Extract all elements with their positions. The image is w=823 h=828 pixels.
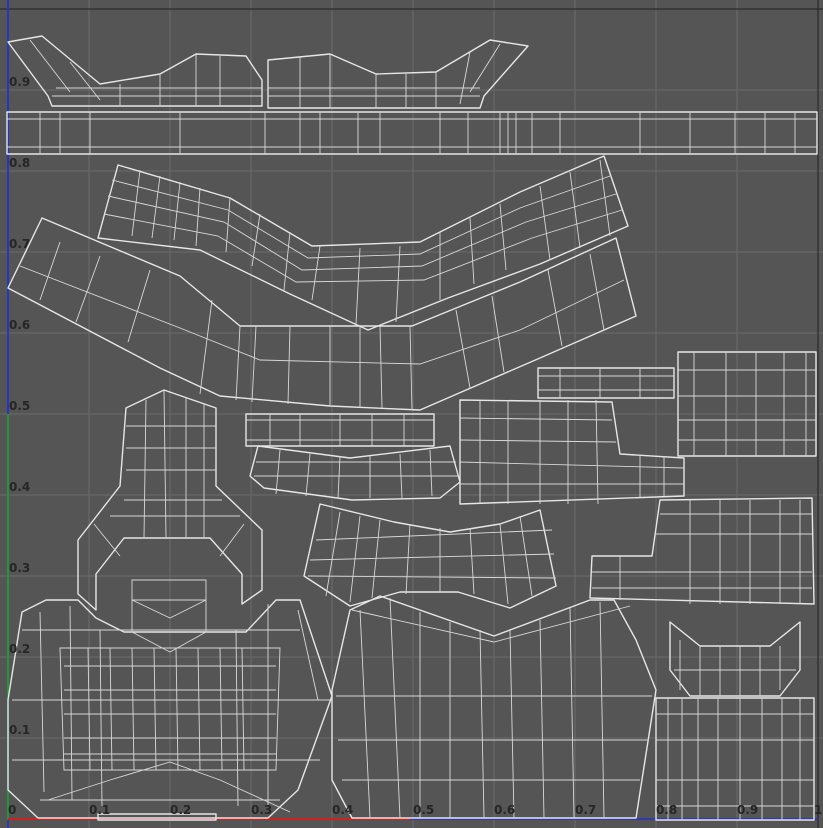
v-tick-label: 0.5 bbox=[9, 399, 30, 413]
u-tick-label: 0.6 bbox=[494, 803, 515, 817]
u-tick-label: 0 bbox=[8, 803, 16, 817]
v-tick-label: 0.7 bbox=[9, 237, 30, 251]
uv-editor-viewport[interactable]: 0 0.1 0.2 0.3 0.4 0.5 0.6 0.7 0.8 0.9 1 … bbox=[0, 0, 823, 828]
u-tick-label: 0.3 bbox=[251, 803, 272, 817]
v-tick-label: 0.6 bbox=[9, 318, 30, 332]
v-tick-label: 0.4 bbox=[9, 480, 30, 494]
u-tick-label: 0.8 bbox=[656, 803, 677, 817]
v-tick-label: 0.2 bbox=[9, 642, 30, 656]
u-tick-label: 0.2 bbox=[170, 803, 191, 817]
u-tick-label: 0.4 bbox=[332, 803, 353, 817]
v-tick-label: 0.8 bbox=[9, 156, 30, 170]
u-tick-label: 0.9 bbox=[737, 803, 758, 817]
u-tick-label: 0.1 bbox=[89, 803, 110, 817]
u-tick-label: 0.7 bbox=[575, 803, 596, 817]
v-tick-label: 0.1 bbox=[9, 723, 30, 737]
u-tick-label: 1 bbox=[814, 803, 822, 817]
v-tick-label: 0.9 bbox=[9, 75, 30, 89]
u-tick-label: 0.5 bbox=[413, 803, 434, 817]
v-tick-label: 0.3 bbox=[9, 561, 30, 575]
